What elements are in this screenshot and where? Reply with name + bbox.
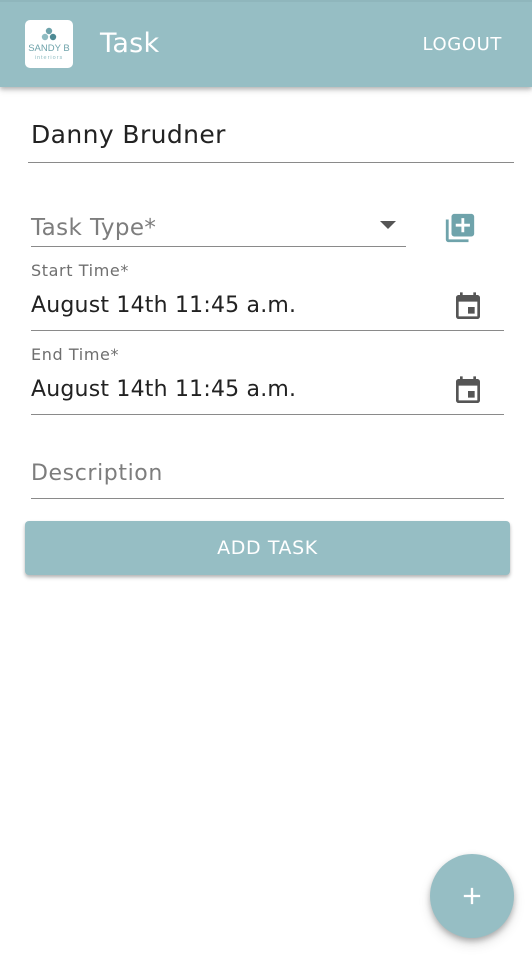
end-time-value: August 14th 11:45 a.m. [31,377,297,402]
logout-button[interactable]: LOGOUT [423,34,502,55]
calendar-icon-svg [456,292,480,319]
start-time-field[interactable]: August 14th 11:45 a.m. [31,289,504,331]
description-field[interactable]: Description [31,457,504,499]
start-time-value: August 14th 11:45 a.m. [31,293,297,318]
task-type-label: Task Type* [31,215,157,241]
library-add-icon-svg [445,213,475,243]
plus-icon [463,887,481,905]
task-type-select[interactable]: Task Type* [31,205,406,247]
logo-graphic: SANDY B interiors [28,27,70,61]
arrow-drop-down-icon[interactable] [380,221,396,229]
calendar-icon-svg [456,376,480,403]
end-time-label: End Time* [31,345,120,364]
add-task-button[interactable]: ADD TASK [25,521,510,575]
library-add-icon[interactable] [443,211,477,245]
logo-subtext: interiors [35,55,64,61]
app-root: SANDY B interiors Task LOGOUT Danny Brud… [0,0,532,958]
description-placeholder: Description [31,461,163,486]
app-bar: SANDY B interiors Task LOGOUT [0,0,532,87]
sandy-b-logo[interactable]: SANDY B interiors [25,20,73,68]
calendar-icon[interactable] [452,291,484,323]
add-fab-button[interactable] [430,854,514,938]
start-time-label: Start Time* [31,261,129,280]
end-time-field[interactable]: August 14th 11:45 a.m. [31,373,504,415]
client-name-value: Danny Brudner [31,120,226,149]
logo-text: SANDY B [28,43,70,54]
client-name-field[interactable]: Danny Brudner [28,108,514,163]
page-title: Task [100,28,160,59]
calendar-icon[interactable] [452,375,484,407]
